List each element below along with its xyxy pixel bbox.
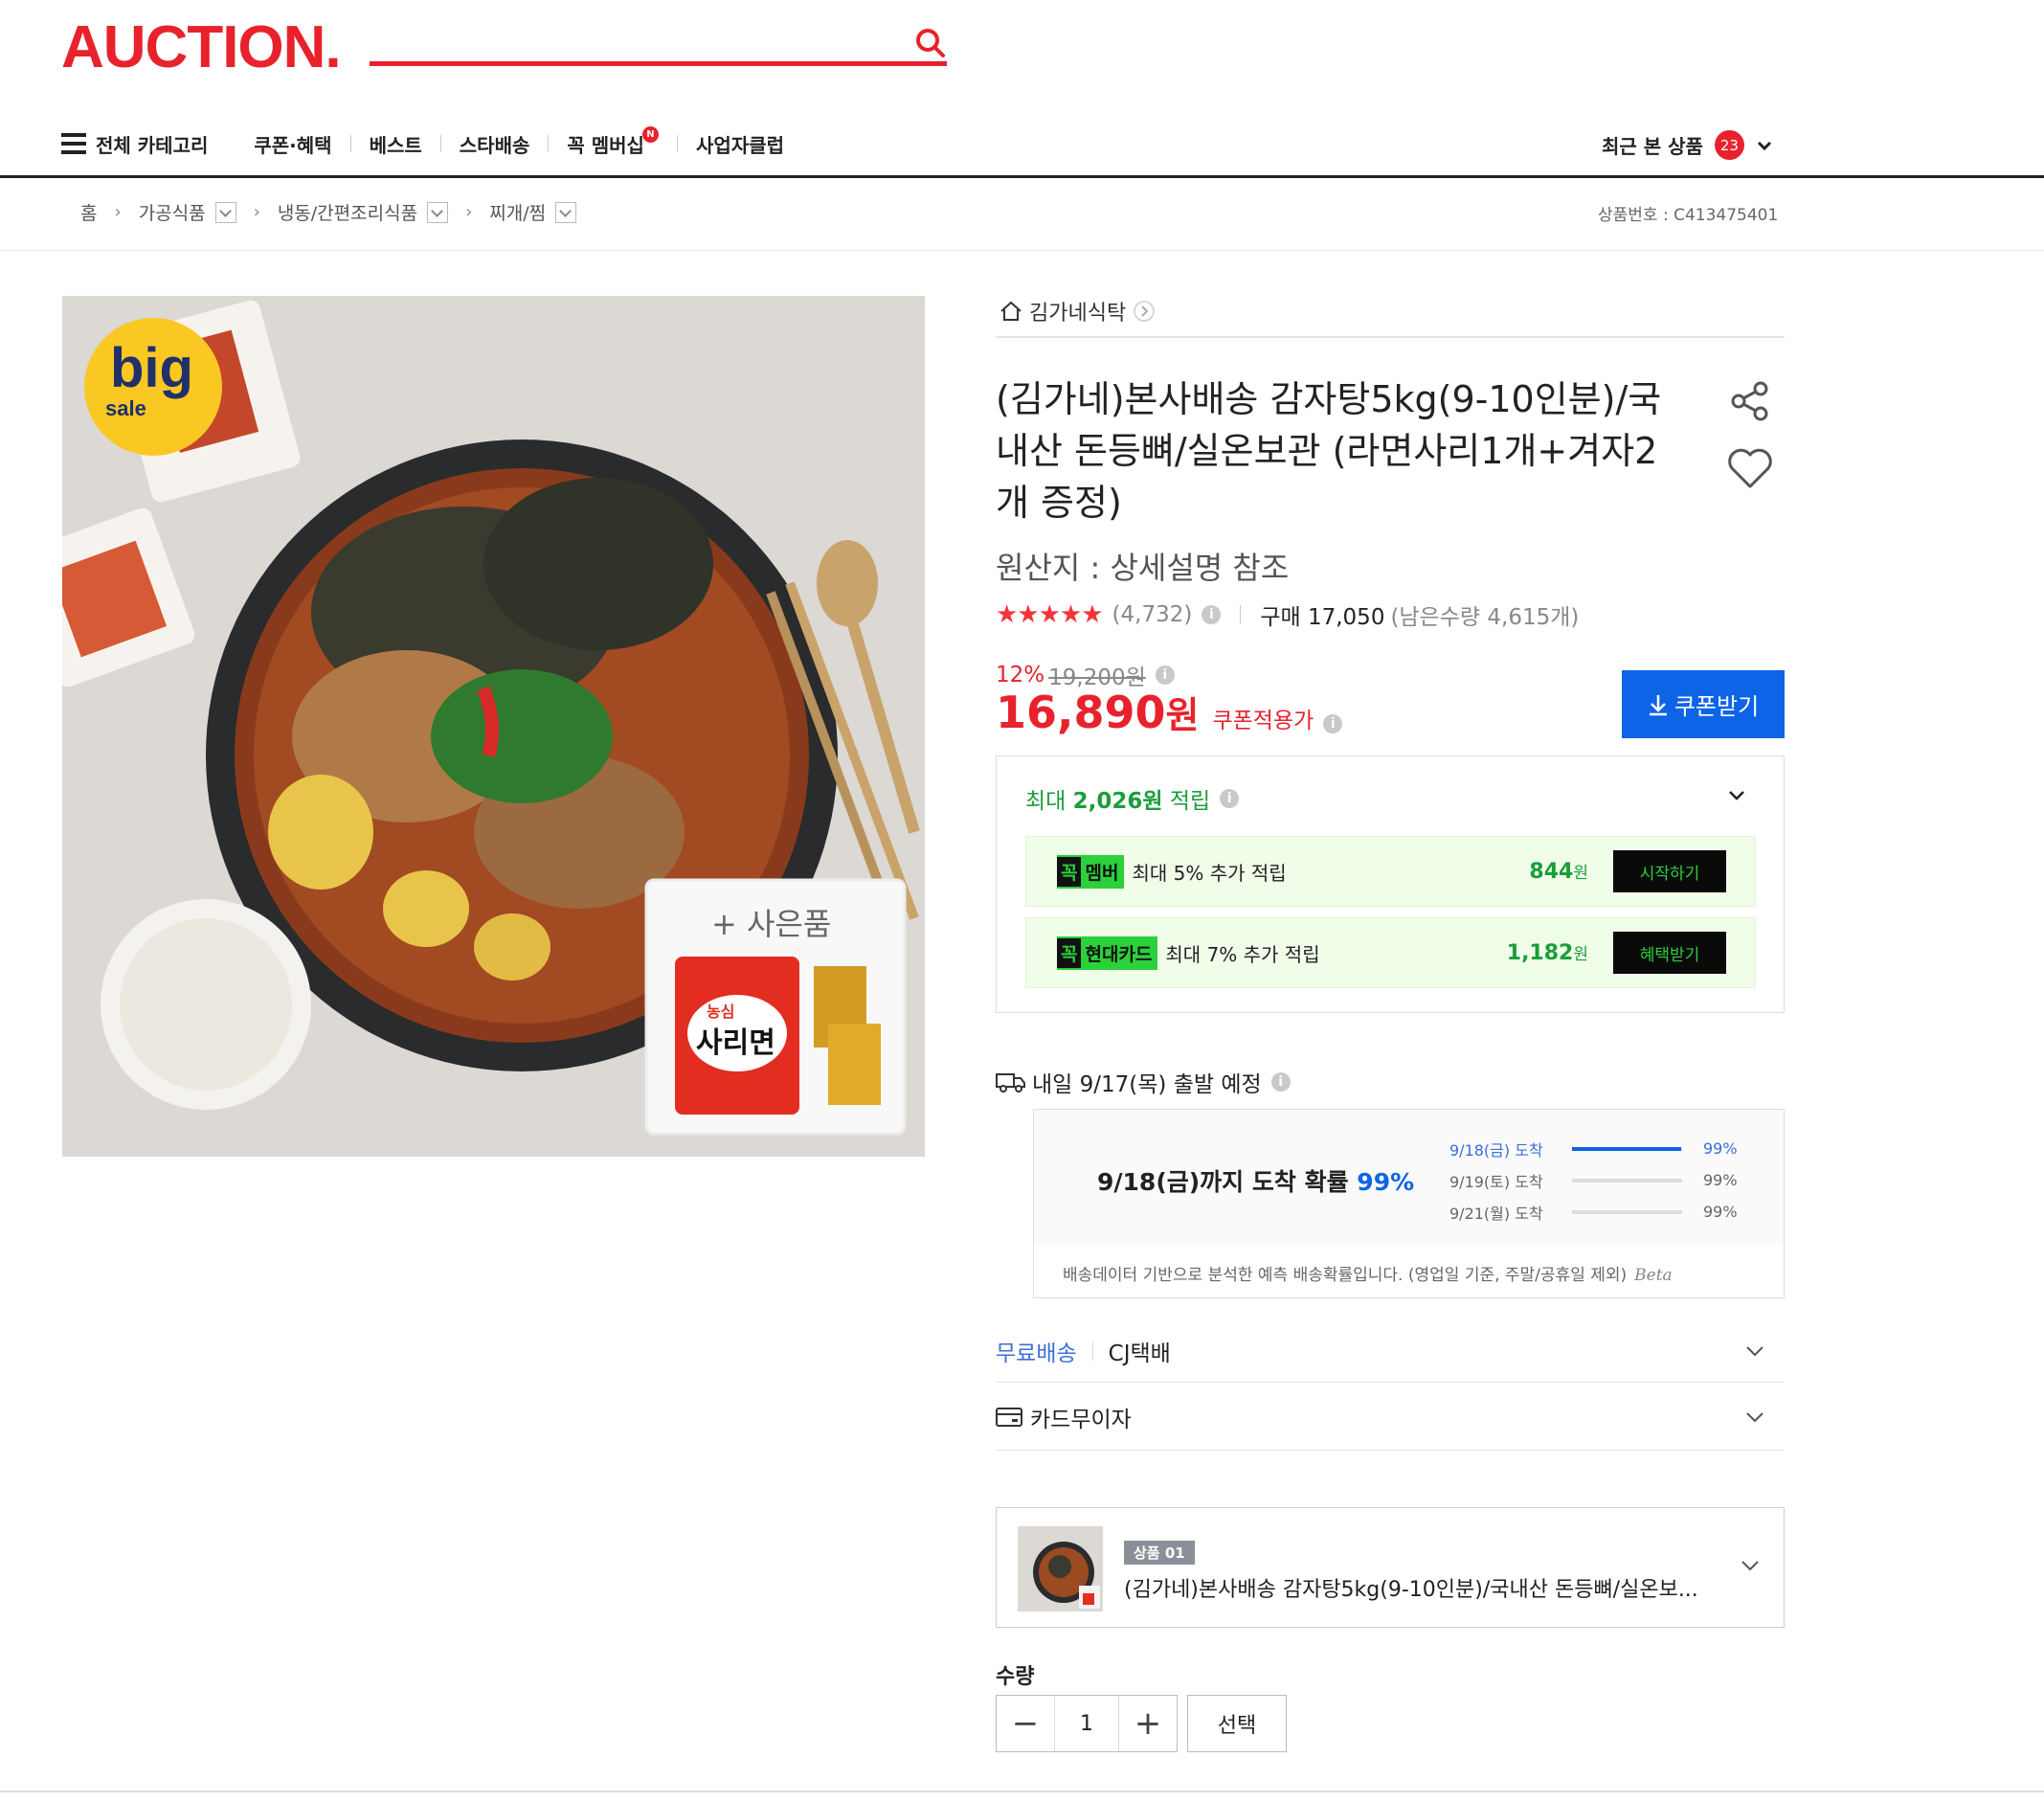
probability-row: 9/18(금) 도착 99% [1449,1139,1738,1160]
chevron-down-icon [1746,1411,1763,1422]
option-selector[interactable] [996,1507,1785,1628]
dropdown-icon[interactable] [427,201,449,223]
breadcrumb: 홈 › 가공식품 › 냉동/간편조리식품 › 찌개/찜 [80,199,577,225]
probability-bar [1572,1178,1682,1183]
chevron-down-icon[interactable] [1740,1555,1761,1576]
origin-info: 원산지 : 상세설명 참조 [996,550,1290,586]
food-illustration: big sale + 사은품 농심 사리면 [62,296,925,1157]
quantity-label: 수량 [996,1665,1035,1689]
nav-membership[interactable]: 꼭 멤버십 N [567,125,659,158]
carrier-label: CJ택배 [1108,1341,1171,1366]
chevron-down-icon [1746,1345,1763,1356]
info-icon[interactable]: i [1202,605,1222,624]
rating-row: ★★★★★ (4,732) i 구매 17,050 (남은수량 4,615개) [996,598,1579,631]
hyundai-card-tag: 꼭 현대카드 [1057,935,1158,970]
reward-amount: 844원 [1529,860,1588,884]
product-number: 상품번호 : C413475401 [1598,206,1779,225]
option-name: (김가네)본사배송 감자탕5kg(9-10인분)/국내산 돈등뼈/실온보... [1124,1578,1698,1602]
gift-label: + 사은품 [711,906,831,942]
breadcrumb-item[interactable]: 찌개/찜 [489,199,546,225]
menu-icon [61,133,86,154]
increase-button[interactable]: + [1119,1696,1177,1751]
reward-amount: 1,182원 [1506,941,1588,965]
info-icon[interactable]: i [1270,1072,1291,1092]
probability-summary: 9/18(금)까지 도착 확률 99% [1097,1168,1415,1196]
gift-brand: 농심 [707,1003,734,1021]
auction-logo[interactable]: AUCTION. [61,13,342,81]
info-icon[interactable]: i [1220,789,1240,808]
probability-note: 배송데이터 기반으로 분석한 예측 배송확률입니다. (영업일 기준, 주말/공… [1063,1266,1673,1285]
reward-row-card: 꼭 현대카드 최대 7% 추가 적립 1,182원 혜택받기 [1025,917,1756,988]
chevron-down-icon [1757,141,1771,150]
info-icon[interactable]: i [1155,665,1175,685]
start-membership-button[interactable]: 시작하기 [1613,850,1726,892]
all-category-button[interactable]: 전체 카테고리 [61,130,208,158]
search-icon[interactable] [914,27,947,59]
recent-products-button[interactable]: 최근 본 상품 23 [1602,130,1773,160]
reward-row-member: 꼭 멤버 최대 5% 추가 적립 844원 시작하기 [1025,836,1756,907]
dropdown-icon[interactable] [214,201,236,223]
coupon-price-label: 쿠폰적용가 [1212,709,1314,733]
chevron-down-icon[interactable] [1726,785,1747,806]
heart-icon[interactable] [1726,446,1774,490]
chevron-right-icon: › [253,202,260,222]
probability-list: 9/18(금) 도착 99% 9/19(토) 도착 99% 9/21(월) 도착 99… [1449,1133,1780,1228]
search-input[interactable] [370,61,947,66]
chevron-right-icon: › [114,202,122,222]
nav-business-club[interactable]: 사업자클럽 [696,130,784,158]
delivery-accordion[interactable]: 무료배송 CJ택배 [996,1319,1785,1383]
recent-count-badge: 23 [1714,130,1744,160]
probability-row: 9/21(월) 도착 99% [1449,1203,1738,1223]
nav-coupon[interactable]: 쿠폰·혜택 [254,130,331,158]
gift-name: 사리면 [696,1026,775,1060]
big-sale-text: sale [105,396,146,420]
download-icon [1649,694,1667,715]
nav-star-delivery[interactable]: 스타배송 [460,130,530,158]
quantity-input[interactable]: 1 [1054,1696,1119,1751]
product-image[interactable]: big sale + 사은품 농심 사리면 [62,296,925,1157]
get-benefit-button[interactable]: 혜택받기 [1613,932,1726,974]
probability-bar [1572,1209,1682,1214]
chevron-right-icon: › [465,202,473,222]
select-button[interactable]: 선택 [1187,1695,1287,1752]
share-icon[interactable] [1728,379,1772,423]
breadcrumb-item[interactable]: 가공식품 [139,199,206,225]
option-tag: 상품 01 [1124,1541,1195,1565]
breadcrumb-home[interactable]: 홈 [80,199,97,225]
new-badge: N [641,125,659,143]
price-unit: 원 [1165,694,1200,736]
nav-best[interactable]: 베스트 [370,130,422,158]
final-price: 16,890 원 쿠폰적용가 i [996,686,1343,738]
remaining-count: (남은수량 4,615개) [1390,605,1580,630]
big-sale-text: big [110,337,193,399]
member-tag: 꼭 멤버 [1057,854,1125,889]
breadcrumb-item[interactable]: 냉동/간편조리식품 [278,199,417,225]
coupon-download-button[interactable]: 쿠폰받기 [1622,670,1785,738]
review-count[interactable]: (4,732) [1112,602,1193,627]
beta-label: Beta [1634,1266,1673,1285]
seller-link[interactable]: 김가네식탁 [999,296,1155,327]
card-icon [996,1407,1022,1427]
discount-rate: 12% [996,663,1045,687]
main-nav: 전체 카테고리 쿠폰·혜택 베스트 스타배송 꼭 멤버십 N 사업자클럽 [61,124,784,163]
shipping-departure: 내일 9/17(목) 출발 예정 i [996,1066,1291,1098]
product-title: (김가네)본사배송 감자탕5kg(9-10인분)/국내산 돈등뼈/실온보관 (라… [996,378,1662,524]
reward-summary[interactable]: 최대 2,026원 적립 i [1025,782,1240,815]
decrease-button[interactable]: − [997,1696,1054,1751]
probability-bar [1572,1146,1682,1151]
buy-count: 구매 17,050 [1260,605,1385,630]
card-installment-accordion[interactable]: 카드무이자 [996,1384,1785,1451]
probability-row: 9/19(토) 도착 99% [1449,1171,1738,1191]
chevron-right-icon [1134,301,1155,322]
dropdown-icon[interactable] [555,201,577,223]
free-shipping-label: 무료배송 [996,1341,1077,1366]
info-icon[interactable]: i [1323,714,1343,733]
star-rating: ★★★★★ [996,600,1104,629]
truck-icon [996,1073,1025,1093]
price-value: 16,890 [996,687,1166,738]
quantity-stepper: − 1 + [996,1695,1178,1752]
home-icon [1000,301,1022,321]
option-thumbnail [1018,1526,1103,1611]
